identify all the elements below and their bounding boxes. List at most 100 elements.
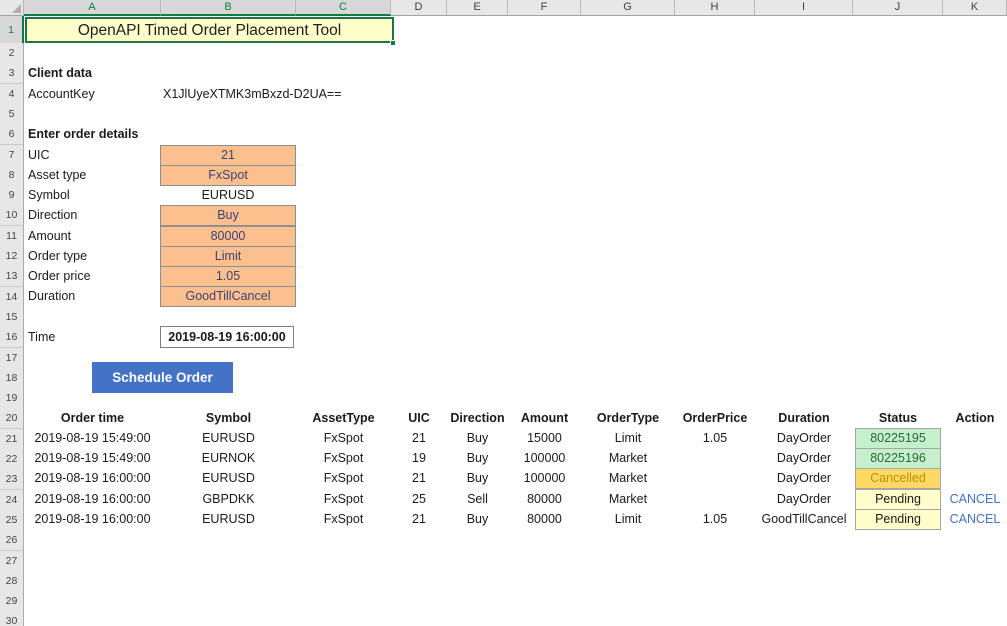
amount-input-cell[interactable]: 80000 — [160, 226, 296, 247]
order-row-3-amount: 100000 — [508, 468, 581, 488]
row-header-29[interactable]: 29 — [0, 591, 24, 612]
row-header-23[interactable]: 23 — [0, 469, 24, 490]
order-row-2-asset-type: FxSpot — [296, 448, 391, 468]
row-header-24[interactable]: 24 — [0, 490, 24, 511]
row-header-17[interactable]: 17 — [0, 348, 24, 369]
table-header-symbol: Symbol — [161, 408, 296, 428]
duration-input-cell[interactable]: GoodTillCancel — [160, 286, 296, 307]
order-row-5-order-time: 2019-08-19 16:00:00 — [24, 509, 161, 529]
order-row-2-direction: Buy — [447, 448, 508, 468]
order-row-1-asset-type: FxSpot — [296, 428, 391, 448]
column-header-D[interactable]: D — [391, 0, 447, 16]
asset-type-input-cell[interactable]: FxSpot — [160, 165, 296, 186]
asset-type-label: Asset type — [28, 165, 86, 185]
column-header-G[interactable]: G — [581, 0, 675, 16]
order-row-1-status-cell: 80225195 — [855, 428, 941, 449]
order-row-5-order-price: 1.05 — [675, 509, 755, 529]
column-header-H[interactable]: H — [675, 0, 755, 16]
order-row-4-symbol: GBPDKK — [161, 489, 296, 509]
order-row-3-duration: DayOrder — [755, 468, 853, 488]
sheet-body: OpenAPI Timed Order Placement Tool Clien… — [24, 16, 1007, 626]
row-header-10[interactable]: 10 — [0, 205, 24, 226]
column-header-bar: ABCDEFGHIJK — [0, 0, 1007, 16]
row-header-2[interactable]: 2 — [0, 43, 24, 64]
time-input-cell[interactable]: 2019-08-19 16:00:00 — [160, 326, 294, 348]
uic-label: UIC — [28, 145, 50, 165]
order-row-4-duration: DayOrder — [755, 489, 853, 509]
column-header-B[interactable]: B — [161, 0, 296, 16]
client-data-heading: Client data — [28, 63, 92, 83]
time-label: Time — [28, 327, 55, 347]
spreadsheet: ABCDEFGHIJK 1234567891011121314151617181… — [0, 0, 1007, 626]
order-row-2-order-time: 2019-08-19 15:49:00 — [24, 448, 161, 468]
row-header-19[interactable]: 19 — [0, 388, 24, 409]
order-row-1-order-time: 2019-08-19 15:49:00 — [24, 428, 161, 448]
row-header-18[interactable]: 18 — [0, 368, 24, 389]
row-header-26[interactable]: 26 — [0, 530, 24, 551]
order-row-5-order-type: Limit — [581, 509, 675, 529]
cancel-order-link[interactable]: CANCEL — [943, 509, 1007, 529]
order-row-3-order-time: 2019-08-19 16:00:00 — [24, 468, 161, 488]
row-header-25[interactable]: 25 — [0, 510, 24, 531]
fill-handle[interactable] — [390, 40, 396, 46]
order-price-input-cell[interactable]: 1.05 — [160, 266, 296, 287]
order-row-1-amount: 15000 — [508, 428, 581, 448]
order-row-4-direction: Sell — [447, 489, 508, 509]
column-header-E[interactable]: E — [447, 0, 508, 16]
uic-input-cell[interactable]: 21 — [160, 145, 296, 166]
row-header-16[interactable]: 16 — [0, 327, 24, 348]
column-header-J[interactable]: J — [853, 0, 943, 16]
row-header-bar: 1234567891011121314151617181920212223242… — [0, 16, 24, 626]
order-type-input-cell[interactable]: Limit — [160, 246, 296, 267]
row-header-28[interactable]: 28 — [0, 571, 24, 592]
schedule-order-button[interactable]: Schedule Order — [92, 362, 233, 393]
order-row-3-asset-type: FxSpot — [296, 468, 391, 488]
select-all-corner[interactable] — [0, 0, 24, 16]
order-row-5-direction: Buy — [447, 509, 508, 529]
row-header-7[interactable]: 7 — [0, 145, 24, 166]
table-header-order-time: Order time — [24, 408, 161, 428]
title-cell[interactable]: OpenAPI Timed Order Placement Tool — [25, 17, 394, 43]
table-header-duration: Duration — [755, 408, 853, 428]
row-header-30[interactable]: 30 — [0, 611, 24, 626]
order-row-1-duration: DayOrder — [755, 428, 853, 448]
column-header-C[interactable]: C — [296, 0, 391, 16]
row-header-15[interactable]: 15 — [0, 307, 24, 328]
amount-label: Amount — [28, 226, 71, 246]
row-header-20[interactable]: 20 — [0, 408, 24, 429]
row-header-8[interactable]: 8 — [0, 165, 24, 186]
row-header-1[interactable]: 1 — [0, 16, 24, 44]
symbol-value-cell: EURUSD — [160, 185, 296, 206]
table-header-orderprice: OrderPrice — [675, 408, 755, 428]
row-header-13[interactable]: 13 — [0, 266, 24, 287]
table-header-amount: Amount — [508, 408, 581, 428]
row-header-27[interactable]: 27 — [0, 551, 24, 572]
order-row-5-symbol: EURUSD — [161, 509, 296, 529]
order-price-label: Order price — [28, 266, 91, 286]
table-header-status: Status — [853, 408, 943, 428]
column-header-A[interactable]: A — [24, 0, 161, 16]
order-row-5-status-cell: Pending — [855, 509, 941, 530]
column-header-I[interactable]: I — [755, 0, 853, 16]
table-header-direction: Direction — [447, 408, 508, 428]
row-header-5[interactable]: 5 — [0, 104, 24, 125]
row-header-11[interactable]: 11 — [0, 226, 24, 247]
row-header-6[interactable]: 6 — [0, 124, 24, 145]
row-header-21[interactable]: 21 — [0, 429, 24, 450]
column-header-F[interactable]: F — [508, 0, 581, 16]
cancel-order-link[interactable]: CANCEL — [943, 489, 1007, 509]
direction-input-cell[interactable]: Buy — [160, 205, 296, 226]
row-header-22[interactable]: 22 — [0, 449, 24, 470]
order-row-3-order-type: Market — [581, 468, 675, 488]
row-header-14[interactable]: 14 — [0, 287, 24, 308]
accountkey-label: AccountKey — [28, 84, 95, 104]
order-row-5-uic: 21 — [391, 509, 447, 529]
row-header-4[interactable]: 4 — [0, 84, 24, 105]
order-row-1-order-type: Limit — [581, 428, 675, 448]
row-header-9[interactable]: 9 — [0, 185, 24, 206]
row-header-3[interactable]: 3 — [0, 63, 24, 84]
order-row-4-order-type: Market — [581, 489, 675, 509]
row-header-12[interactable]: 12 — [0, 246, 24, 267]
column-header-K[interactable]: K — [943, 0, 1007, 16]
order-row-1-uic: 21 — [391, 428, 447, 448]
